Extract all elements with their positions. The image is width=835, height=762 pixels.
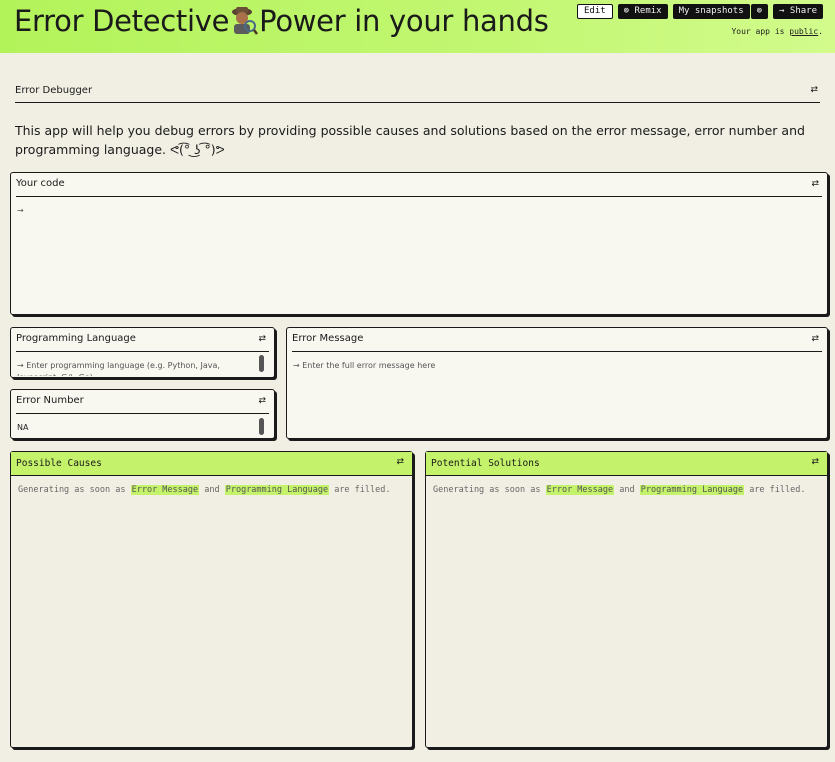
- visibility-note: Your app is public.: [731, 27, 823, 36]
- app-title: Error Detective Power in your hands: [14, 4, 549, 38]
- status-and: and: [614, 485, 640, 495]
- public-link[interactable]: public: [789, 27, 818, 36]
- app-title-part1: Error Detective: [14, 4, 230, 38]
- status-field-error-message: Error Message: [130, 485, 200, 495]
- detective-emoji-icon: [230, 5, 259, 35]
- status-prefix: Generating as soon as: [18, 485, 131, 495]
- visibility-prefix: Your app is: [731, 27, 790, 36]
- error-message-card[interactable]: Error Message ⇄ → Enter the full error m…: [286, 327, 828, 439]
- divider: [16, 351, 269, 352]
- status-prefix: Generating as soon as: [433, 485, 546, 495]
- divider: [292, 351, 822, 352]
- tune-icon[interactable]: ⇄: [258, 396, 266, 406]
- tune-icon[interactable]: ⇄: [811, 179, 819, 189]
- divider: [16, 196, 822, 197]
- possible-causes-panel: Possible Causes ⇄ Generating as soon as …: [10, 451, 413, 748]
- visibility-suffix: .: [818, 27, 823, 36]
- tune-icon[interactable]: ⇄: [811, 334, 819, 344]
- status-field-error-message: Error Message: [545, 485, 615, 495]
- tune-icon[interactable]: ⇄: [810, 85, 818, 95]
- status-field-language: Programming Language: [639, 485, 745, 495]
- scrollbar[interactable]: [259, 355, 264, 372]
- possible-causes-title: Possible Causes: [16, 458, 102, 469]
- scrollbar[interactable]: [259, 418, 264, 435]
- tune-icon[interactable]: ⇄: [258, 334, 266, 344]
- tune-icon[interactable]: ⇄: [811, 457, 819, 467]
- potential-solutions-header: Potential Solutions ⇄: [426, 452, 827, 476]
- potential-solutions-title: Potential Solutions: [431, 458, 540, 469]
- generation-status: Generating as soon as Error Message and …: [433, 485, 806, 495]
- status-and: and: [199, 485, 225, 495]
- divider: [16, 413, 269, 414]
- error-number-label: Error Number: [16, 395, 84, 406]
- tune-icon[interactable]: ⇄: [396, 457, 404, 467]
- error-number-card[interactable]: Error Number ⇄ NA: [10, 389, 275, 439]
- error-number-input[interactable]: NA: [17, 422, 28, 434]
- code-label: Your code: [16, 178, 65, 189]
- error-message-input[interactable]: → Enter the full error message here: [293, 360, 435, 372]
- share-button[interactable]: → Share: [773, 4, 823, 19]
- language-input-card[interactable]: Programming Language ⇄ → Enter programmi…: [10, 327, 275, 378]
- possible-causes-header: Possible Causes ⇄: [11, 452, 412, 476]
- language-label: Programming Language: [16, 333, 136, 344]
- section-header: Error Debugger ⇄: [15, 84, 820, 103]
- status-suffix: are filled.: [329, 485, 391, 495]
- status-field-language: Programming Language: [224, 485, 330, 495]
- code-input-card[interactable]: Your code ⇄ →: [10, 172, 828, 315]
- app-title-part2: Power in your hands: [259, 4, 549, 38]
- status-suffix: are filled.: [744, 485, 806, 495]
- snapshot-icon[interactable]: ⊚: [750, 4, 769, 19]
- remix-button[interactable]: ⊚ Remix: [617, 4, 668, 19]
- my-snapshots-button[interactable]: My snapshots: [672, 4, 750, 19]
- code-input[interactable]: →: [17, 205, 24, 217]
- section-title: Error Debugger: [15, 85, 93, 96]
- edit-button[interactable]: Edit: [576, 4, 613, 19]
- intro-text: This app will help you debug errors by p…: [15, 123, 805, 157]
- language-input[interactable]: → Enter programming language (e.g. Pytho…: [17, 360, 237, 376]
- potential-solutions-panel: Potential Solutions ⇄ Generating as soon…: [425, 451, 828, 748]
- generation-status: Generating as soon as Error Message and …: [18, 485, 391, 495]
- error-message-label: Error Message: [292, 333, 364, 344]
- app-header: Error Detective Power in your hands Edit…: [0, 0, 835, 53]
